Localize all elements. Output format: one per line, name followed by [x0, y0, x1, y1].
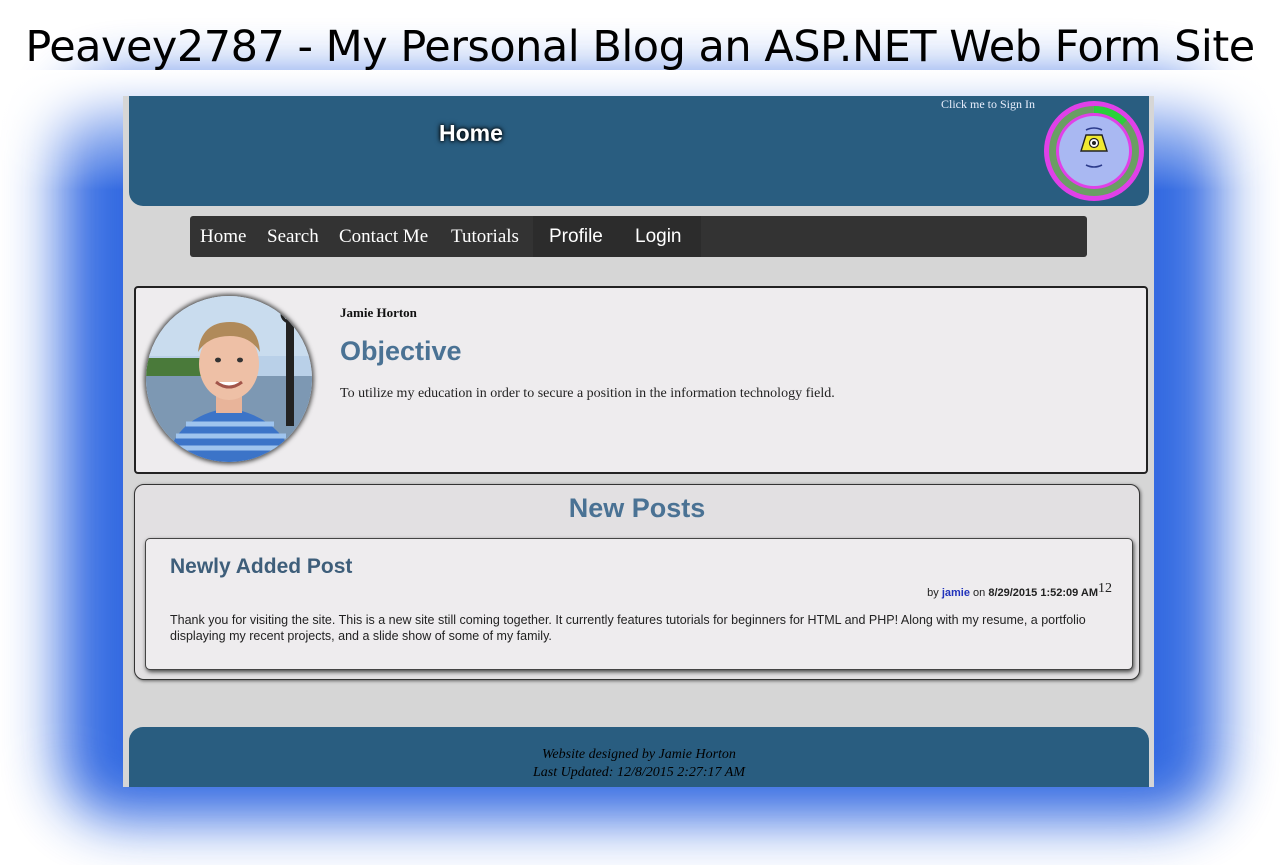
sign-in-avatar-icon[interactable]: [1042, 99, 1146, 203]
objective-text: To utilize my education in order to secu…: [340, 386, 835, 401]
main-navigation: Home Search Contact Me Tutorials Profile…: [190, 216, 1087, 257]
post-title[interactable]: Newly Added Post: [170, 555, 352, 579]
objective-heading: Objective: [340, 336, 462, 366]
post-date: 8/29/2015 1:52:09 AM: [988, 587, 1098, 599]
sign-in-link[interactable]: Click me to Sign In: [941, 97, 1035, 112]
nav-item-profile[interactable]: Profile: [549, 226, 603, 248]
post-count: 12: [1098, 581, 1112, 596]
post-on-label: on: [973, 587, 986, 599]
post-author-link[interactable]: jamie: [942, 587, 970, 599]
new-posts-section: New Posts Newly Added Post by jamie on 8…: [134, 484, 1140, 680]
site-screenshot: Home Click me to Sign In Home Search Con…: [123, 96, 1154, 787]
profile-name: Jamie Horton: [340, 305, 417, 320]
site-header: Home Click me to Sign In: [129, 96, 1149, 206]
post-by-label: by: [927, 587, 939, 599]
footer-designed-by: Website designed by Jamie Horton: [542, 747, 736, 762]
nav-item-login[interactable]: Login: [635, 226, 682, 248]
footer-last-updated: Last Updated: 12/8/2015 2:27:17 AM: [532, 765, 746, 780]
post-card: Newly Added Post by jamie on 8/29/2015 1…: [145, 538, 1133, 670]
post-meta: by jamie on 8/29/2015 1:52:09 AM12: [927, 581, 1112, 599]
page-title: Home: [439, 120, 503, 146]
banner-title: Peavey2787 - My Personal Blog an ASP.NET…: [25, 22, 1255, 72]
nav-item-search[interactable]: Search: [267, 226, 319, 248]
nav-item-tutorials[interactable]: Tutorials: [451, 226, 519, 248]
nav-item-contact-me[interactable]: Contact Me: [339, 226, 428, 248]
new-posts-heading: New Posts: [568, 493, 706, 523]
profile-photo: [146, 296, 312, 462]
site-footer: Website designed by Jamie Horton Last Up…: [129, 727, 1149, 787]
nav-item-home[interactable]: Home: [200, 226, 246, 248]
post-body: Thank you for visiting the site. This is…: [170, 613, 1086, 643]
profile-section: Jamie Horton Objective To utilize my edu…: [134, 286, 1148, 474]
